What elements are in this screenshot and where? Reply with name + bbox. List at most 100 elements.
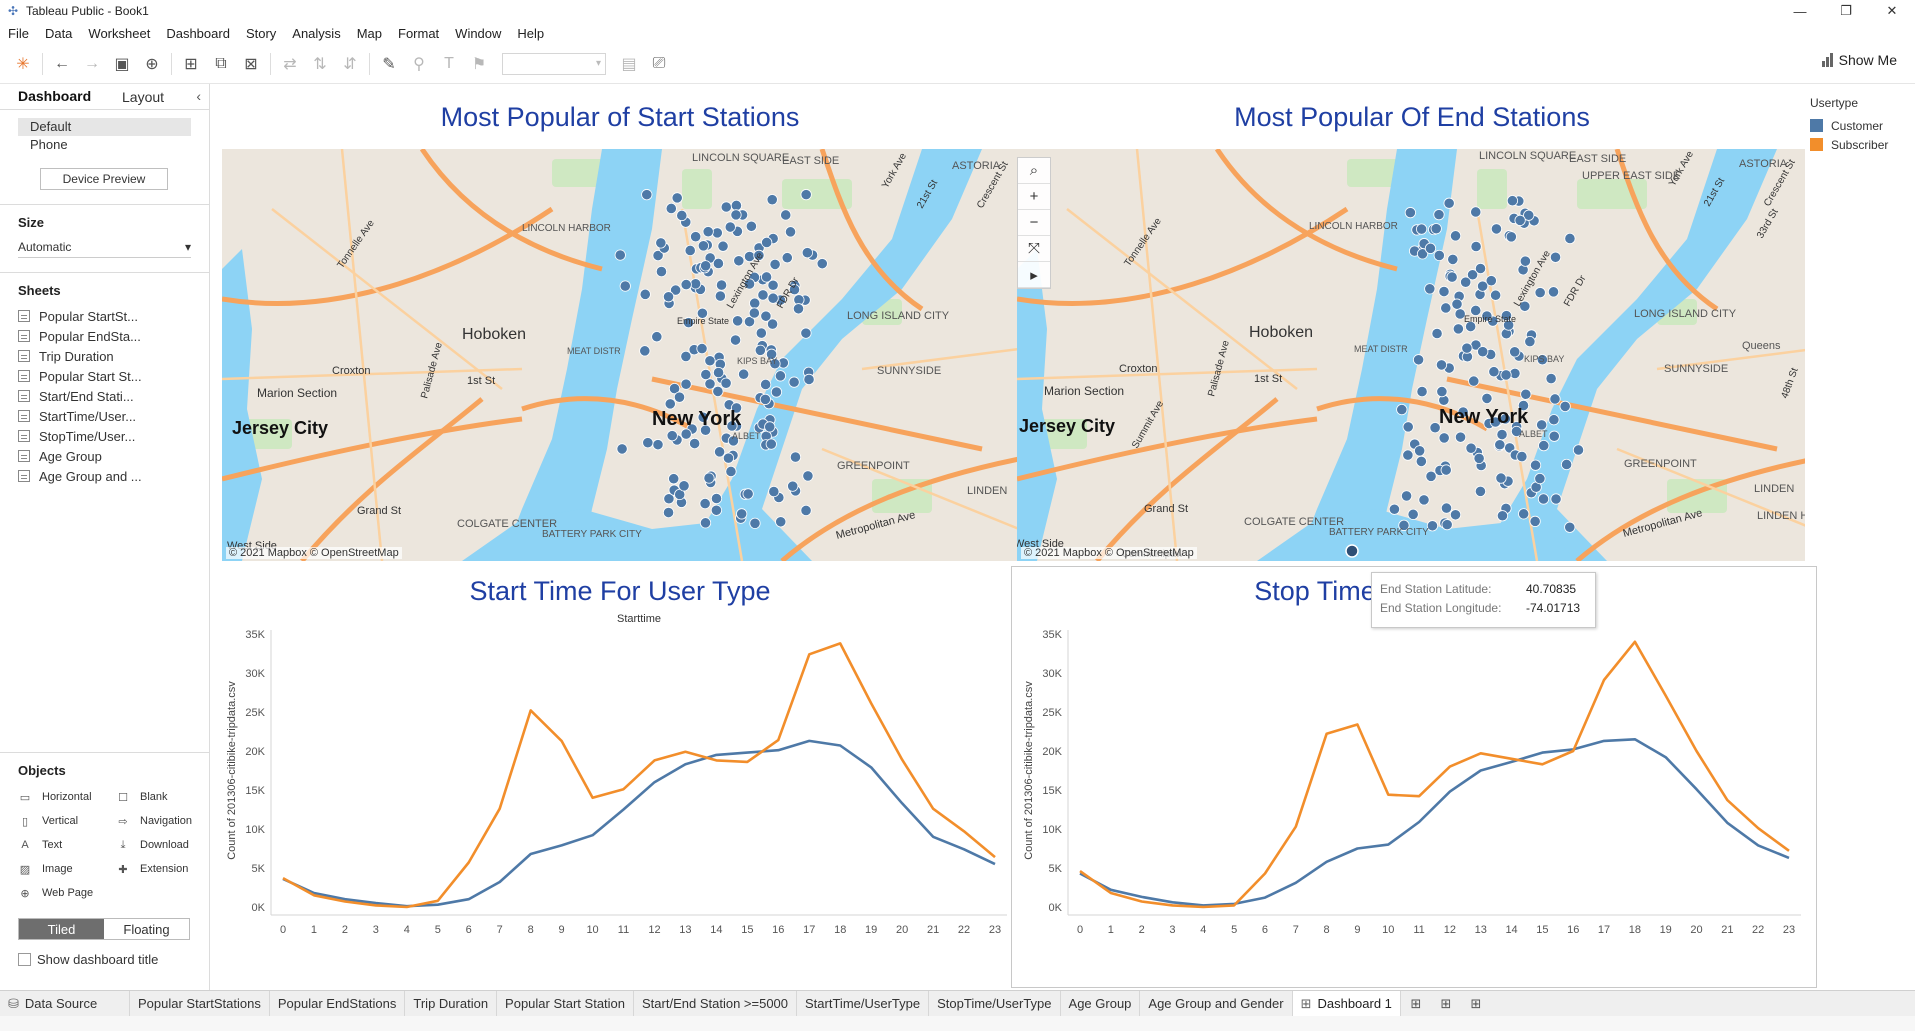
station-dot[interactable] [730, 199, 743, 212]
tab-dashboard[interactable]: Dashboard [0, 84, 104, 109]
undo-icon[interactable]: ← [47, 50, 77, 78]
station-dot[interactable] [619, 280, 631, 292]
station-dot[interactable] [1415, 455, 1427, 467]
sheet-item[interactable]: Start/End Stati... [0, 386, 209, 406]
object-extension[interactable]: ✚ Extension [116, 860, 214, 878]
station-dot[interactable] [1538, 440, 1550, 452]
station-dot[interactable] [652, 439, 664, 451]
station-dot[interactable] [800, 189, 812, 201]
menu-help[interactable]: Help [509, 26, 552, 41]
device-preview-button[interactable]: Device Preview [40, 168, 168, 190]
station-dot[interactable] [1446, 271, 1458, 283]
station-dot[interactable] [662, 506, 675, 519]
zoom-in-icon[interactable]: + [1018, 184, 1050, 210]
station-dot[interactable] [1520, 388, 1532, 400]
station-dot[interactable] [1433, 249, 1445, 262]
station-dot[interactable] [1548, 430, 1560, 442]
floating-option[interactable]: Floating [104, 919, 189, 939]
series-line-customer[interactable] [1079, 738, 1790, 907]
sheet-item[interactable]: Popular StartSt... [0, 306, 209, 326]
station-dot[interactable] [733, 255, 745, 267]
tiled-option[interactable]: Tiled [19, 919, 104, 939]
station-dot[interactable] [781, 252, 793, 264]
station-dot[interactable] [754, 344, 766, 356]
menu-worksheet[interactable]: Worksheet [80, 26, 158, 41]
station-dot[interactable] [1496, 428, 1508, 441]
sheet-tab[interactable]: Age Group and Gender [1140, 990, 1293, 1017]
station-dot[interactable] [725, 465, 737, 478]
station-dot[interactable] [1534, 472, 1546, 485]
sheet-tab[interactable]: Start/End Station >=5000 [634, 990, 798, 1017]
object-vertical[interactable]: ▯ Vertical [18, 812, 116, 830]
station-dot[interactable] [1435, 359, 1448, 371]
sheet-tab[interactable]: Age Group [1061, 990, 1141, 1017]
station-dot[interactable] [1443, 197, 1455, 209]
station-dot[interactable] [1547, 286, 1560, 298]
station-dot[interactable] [1449, 230, 1462, 242]
sheet-tab[interactable]: StopTime/UserType [929, 990, 1061, 1017]
station-dot[interactable] [1474, 262, 1487, 275]
series-line-subscriber[interactable] [282, 642, 996, 909]
station-dot[interactable] [1438, 285, 1450, 298]
object-download[interactable]: ⤓ Download [116, 836, 214, 854]
station-dot[interactable] [800, 504, 812, 517]
station-dot[interactable] [712, 366, 725, 379]
station-dot[interactable] [760, 378, 772, 391]
start-time-chart[interactable]: Starttime 0K 5K 10K 15K 20K 25K 30K 35K 0 1 2 3 4 5 6 7 8… [221, 612, 1019, 987]
station-dot[interactable] [757, 289, 769, 301]
station-dot[interactable] [1433, 209, 1445, 221]
station-dot[interactable] [680, 428, 692, 440]
device-default[interactable]: Default [18, 118, 191, 136]
sheet-item[interactable]: Popular EndSta... [0, 326, 209, 346]
menu-file[interactable]: File [0, 26, 37, 41]
station-dot[interactable] [765, 438, 777, 450]
station-dot[interactable] [1447, 253, 1459, 265]
show-dashboard-title-checkbox[interactable]: Show dashboard title [18, 952, 210, 967]
legend-item-customer[interactable]: Customer [1810, 116, 1888, 135]
start-stations-map[interactable]: Hoboken Jersey City New York Marion Section… [222, 149, 1019, 561]
fit-dropdown[interactable]: ▾ [502, 52, 606, 75]
station-dot[interactable] [1402, 421, 1414, 433]
station-dot[interactable] [680, 350, 692, 363]
station-dot[interactable] [1425, 470, 1437, 482]
new-worksheet-icon[interactable]: ⊞ [176, 50, 206, 78]
station-dot[interactable] [1560, 458, 1573, 471]
station-dot[interactable] [651, 331, 663, 343]
station-dot[interactable] [1490, 289, 1502, 301]
station-dot[interactable] [720, 377, 732, 389]
station-dot[interactable] [1470, 206, 1482, 218]
station-dot[interactable] [1452, 323, 1464, 335]
station-dot[interactable] [788, 376, 800, 388]
station-dot[interactable] [1470, 240, 1482, 253]
station-dot[interactable] [784, 226, 797, 238]
station-dot[interactable] [759, 393, 771, 405]
object-text[interactable]: A Text [18, 836, 116, 854]
station-dot[interactable] [1506, 195, 1519, 207]
station-dot[interactable] [1418, 494, 1430, 506]
station-dot[interactable] [1441, 519, 1453, 531]
station-dot[interactable] [1500, 369, 1512, 381]
station-dot[interactable] [639, 345, 651, 357]
station-dot[interactable] [699, 497, 711, 510]
new-data-source-icon[interactable]: ⊕ [137, 50, 167, 78]
device-phone[interactable]: Phone [18, 136, 191, 154]
station-dot[interactable] [787, 480, 799, 492]
station-dot[interactable] [1440, 464, 1452, 476]
station-dot[interactable] [1424, 283, 1436, 295]
sheet-tab[interactable]: Popular StartStations [130, 990, 270, 1017]
station-dot[interactable] [710, 504, 723, 516]
duplicate-sheet-icon[interactable]: ⧉ [206, 50, 236, 78]
station-dot[interactable] [736, 508, 748, 520]
presentation-mode-icon[interactable]: ⎚ [644, 50, 674, 78]
station-dot[interactable] [699, 517, 712, 529]
redo-icon[interactable]: → [77, 50, 107, 78]
station-dot[interactable] [1451, 298, 1463, 310]
station-dot[interactable] [614, 249, 626, 261]
station-dot[interactable] [1549, 251, 1562, 263]
show-me-button[interactable]: Show Me [1821, 52, 1897, 68]
data-source-tab[interactable]: ⛁ Data Source [0, 990, 130, 1017]
reset-map-icon[interactable]: ⤧ [1018, 236, 1050, 262]
station-dot[interactable] [1519, 255, 1531, 267]
station-dot[interactable] [720, 201, 732, 213]
station-dot[interactable] [1468, 375, 1480, 387]
